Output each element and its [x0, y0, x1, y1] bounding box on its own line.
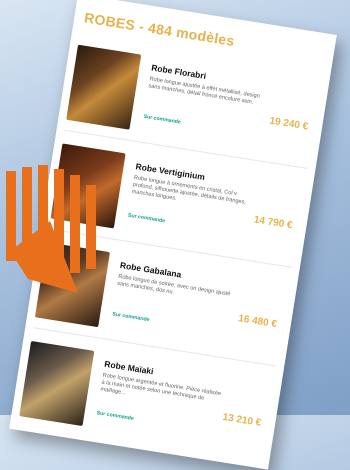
product-image[interactable] [19, 340, 95, 427]
product-description: Robe longue ajustée à effet métallisé, d… [147, 76, 261, 106]
product-description: Robe longue à ornements en cristal, Col … [131, 175, 247, 206]
availability-link[interactable]: Sur commande [127, 213, 165, 225]
product-image[interactable] [66, 44, 142, 130]
product-description: Robe longue argentée et fluorine. Pièce … [99, 372, 222, 402]
availability-link[interactable]: Sur commande [143, 114, 181, 126]
orange-stripes-decoration [6, 165, 96, 293]
product-price: 13 210 € [221, 411, 262, 429]
availability-link[interactable]: Sur commande [96, 410, 134, 422]
availability-link[interactable]: Sur commande [112, 311, 150, 323]
product-price: 16 480 € [237, 313, 278, 331]
product-price: 14 790 € [253, 214, 294, 232]
product-price: 19 240 € [268, 115, 309, 133]
